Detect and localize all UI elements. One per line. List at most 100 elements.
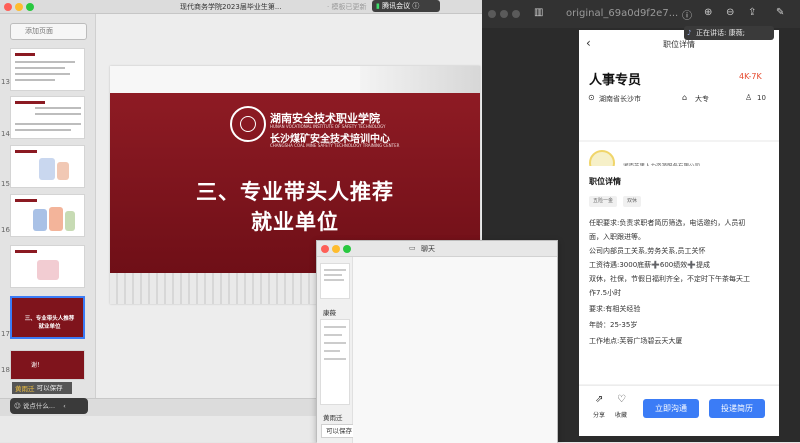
slide-title-line1: 三、专业带头人推荐 bbox=[196, 180, 394, 204]
thumb-text: 谢！ bbox=[31, 362, 44, 369]
chat-message-text: 可以保存 bbox=[321, 424, 357, 438]
slide-thumbnail-13[interactable] bbox=[10, 48, 85, 91]
chat-window: ▭ 聊天 康薇 黄雨迁 可以保存 bbox=[316, 240, 558, 443]
slide-thumbnail-17-selected[interactable]: 三、专业带头人推荐 就业单位 bbox=[10, 296, 85, 339]
requirement-line: 任职要求:负责求职者简历筛选，电话邀约，人员初 bbox=[589, 219, 746, 227]
share-icon[interactable]: ⇪ bbox=[748, 7, 756, 18]
job-summary-card: 人事专员 4K-7K ⊙ 湖南省长沙市 ⌂ 大专 ♙ 10 湖南芒果人力资源服务… bbox=[579, 58, 779, 190]
close-window-button[interactable] bbox=[488, 10, 496, 18]
slide-number: 15 bbox=[1, 180, 10, 188]
share-icon[interactable]: ⇗ bbox=[595, 394, 603, 405]
chat-sender-name: 黄雨迁 bbox=[323, 414, 343, 422]
slide-thumbnail-14[interactable] bbox=[10, 96, 85, 139]
share-label[interactable]: 分享 bbox=[593, 410, 605, 419]
minimize-window-button[interactable] bbox=[500, 10, 508, 18]
preview-titlebar: ▥ original_69a0d9f2e7... ⓘ ⊕ ⊖ ⇪ ✎ bbox=[482, 0, 800, 28]
job-location: 湖南省长沙市 bbox=[599, 95, 641, 103]
phone-header-title: 职位详情 bbox=[663, 40, 695, 49]
phone-footer: ⇗ 分享 ♡ 收藏 立即沟通 投递简历 bbox=[579, 385, 779, 436]
school-emblem-icon bbox=[230, 106, 266, 142]
markup-icon[interactable]: ✎ bbox=[776, 7, 784, 18]
requirement-line: 工作地点:芙蓉广场碧云天大厦 bbox=[589, 337, 683, 345]
person-icon: ♙ bbox=[745, 93, 753, 102]
slide-number: 17 bbox=[1, 330, 10, 338]
zoom-window-button[interactable] bbox=[26, 3, 34, 11]
submit-resume-button[interactable]: 投递简历 bbox=[709, 399, 765, 418]
thumb-title-line1: 三、专业带头人推荐 bbox=[24, 316, 75, 322]
slide-title-line2: 就业单位 bbox=[251, 210, 339, 234]
chat-titlebar: ▭ 聊天 bbox=[317, 241, 557, 257]
headcount: 10 bbox=[757, 94, 766, 102]
zoom-window-button[interactable] bbox=[512, 10, 520, 18]
slide-number: 13 bbox=[1, 78, 10, 86]
chat-input-pill[interactable]: ☺ 说点什么... ‹ bbox=[10, 398, 88, 414]
speaking-indicator: ♪ 正在讲话: 康薇; bbox=[684, 26, 774, 40]
info-icon[interactable]: ⓘ bbox=[682, 7, 692, 22]
slide-number: 18 bbox=[1, 366, 10, 374]
requirement-line: 工资待遇:3000底薪➕600绩效➕提成 bbox=[589, 261, 710, 269]
preview-filename: original_69a0d9f2e7... bbox=[566, 8, 679, 19]
chat-icon: ▭ bbox=[409, 244, 416, 252]
collapse-arrow-icon[interactable]: ‹ bbox=[63, 402, 66, 410]
favorite-label[interactable]: 收藏 bbox=[615, 410, 627, 419]
chat-body[interactable] bbox=[353, 257, 557, 443]
job-title: 人事专员 bbox=[589, 73, 642, 88]
zoom-in-icon[interactable]: ⊕ bbox=[704, 7, 712, 18]
requirement-line: 要求:有相关经验 bbox=[589, 305, 641, 313]
zoom-out-icon[interactable]: ⊖ bbox=[726, 7, 734, 18]
sidebar-toggle-icon[interactable]: ▥ bbox=[534, 7, 543, 18]
slide-navigator[interactable]: 添加页面 13 14 15 16 17 三、专业带头人推荐 就业单位 18 谢！ bbox=[0, 14, 96, 416]
thumb-title-line2: 就业单位 bbox=[38, 324, 61, 330]
notice-sender: 黄雨迁 bbox=[15, 385, 35, 393]
salary: 4K-7K bbox=[739, 72, 762, 81]
education-requirement: 大专 bbox=[695, 95, 709, 103]
chat-input-placeholder: 说点什么... bbox=[22, 402, 56, 410]
chat-title: 聊天 bbox=[421, 245, 435, 253]
chat-message-column: 康薇 黄雨迁 可以保存 bbox=[317, 257, 357, 443]
smile-icon: ☺ bbox=[14, 402, 23, 410]
slide-thumbnail-15[interactable] bbox=[10, 145, 85, 188]
center-name-en: CHANGSHA COAL MINE SAFETY TECHNOLOGY TRA… bbox=[270, 143, 400, 148]
job-detail-screenshot: ‹ 职位详情 人事专员 4K-7K ⊙ 湖南省长沙市 ⌂ 大专 ♙ 10 湖南芒… bbox=[579, 30, 779, 436]
requirement-line: 双休，社保，节假日福利齐全，不定时下午茶每天工 bbox=[589, 275, 750, 283]
school-name-en: HUNAN VOCATIONAL INSTITUTE OF SAFETY TEC… bbox=[270, 124, 386, 129]
microphone-icon: ♪ bbox=[687, 29, 692, 37]
minimize-window-button[interactable] bbox=[332, 245, 340, 253]
minimize-window-button[interactable] bbox=[15, 3, 23, 11]
benefit-tag: 双休 bbox=[623, 196, 642, 207]
close-window-button[interactable] bbox=[321, 245, 329, 253]
chat-sender-name: 康薇 bbox=[323, 309, 336, 317]
requirement-line: 年龄：25-35岁 bbox=[589, 321, 638, 329]
detail-title: 职位详情 bbox=[589, 177, 621, 186]
location-pin-icon: ⊙ bbox=[588, 93, 595, 102]
job-detail-section: 职位详情 五险一金 双休 任职要求:负责求职者简历筛选，电话邀约，人员初 面，入… bbox=[579, 166, 779, 384]
notice-text: 可以保存 bbox=[36, 384, 63, 392]
add-slide-button[interactable]: 添加页面 bbox=[10, 23, 87, 40]
close-window-button[interactable] bbox=[4, 3, 12, 11]
slide-thumbnail[interactable] bbox=[10, 245, 85, 288]
slide-decoration bbox=[360, 66, 480, 93]
slide-number: 16 bbox=[1, 226, 10, 234]
back-arrow-icon[interactable]: ‹ bbox=[586, 36, 591, 50]
meeting-app-label: 腾讯会议 bbox=[382, 2, 411, 10]
requirement-line: 公司内部员工关系,劳务关系,员工关怀 bbox=[589, 247, 706, 255]
zoom-window-button[interactable] bbox=[343, 245, 351, 253]
contact-now-button[interactable]: 立即沟通 bbox=[643, 399, 699, 418]
shared-document-thumbnail[interactable] bbox=[320, 319, 350, 405]
signal-icon: ▮ bbox=[376, 2, 380, 10]
slide-thumbnail-16[interactable] bbox=[10, 194, 85, 237]
slide-thumbnail-18[interactable]: 谢！ bbox=[10, 350, 85, 380]
heart-icon[interactable]: ♡ bbox=[617, 394, 626, 405]
requirement-line: 面，入职跟进等。 bbox=[589, 233, 645, 241]
meeting-indicator[interactable]: ▮ 腾讯会议 ⓘ bbox=[372, 0, 440, 12]
requirement-line: 作7.5小时 bbox=[589, 289, 622, 297]
window-title-suffix: · 模板已更新 bbox=[327, 3, 367, 11]
shared-image-thumbnail[interactable] bbox=[320, 263, 350, 299]
slide-number: 14 bbox=[1, 130, 10, 138]
presentation-titlebar: 现代商务学院2023届毕业生第... · 模板已更新 ▮ 腾讯会议 ⓘ bbox=[0, 0, 482, 14]
window-title: 现代商务学院2023届毕业生第... bbox=[180, 3, 282, 11]
graduation-cap-icon: ⌂ bbox=[682, 93, 688, 102]
info-icon: ⓘ bbox=[412, 2, 420, 10]
speaking-text: 正在讲话: 康薇; bbox=[696, 29, 745, 37]
benefit-tag: 五险一金 bbox=[589, 196, 618, 207]
